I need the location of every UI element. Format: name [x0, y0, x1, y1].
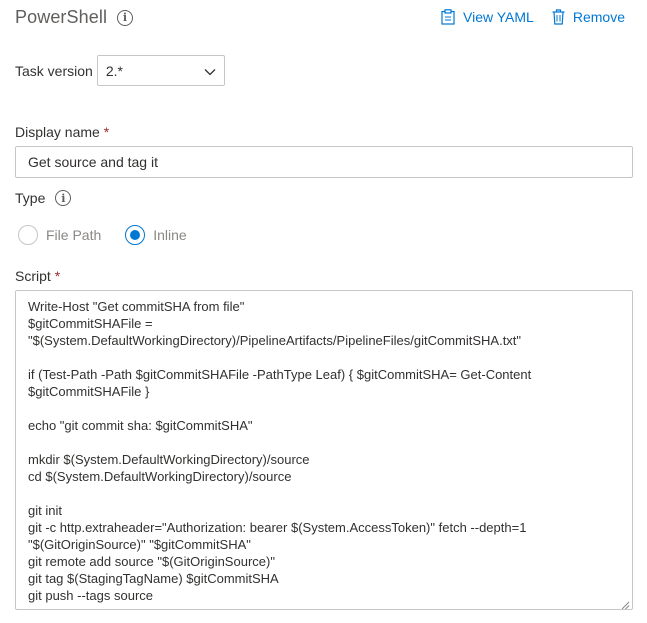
script-line: [28, 400, 620, 417]
info-icon[interactable]: i: [117, 9, 134, 26]
script-line: $gitCommitSHAFile =: [28, 316, 153, 331]
script-line: git -c http.extraheader="Authorization: …: [28, 520, 527, 535]
script-label: Script: [15, 268, 51, 284]
info-icon[interactable]: i: [55, 190, 72, 206]
type-radio-group: File Path Inline: [18, 225, 211, 245]
remove-label: Remove: [572, 9, 625, 25]
task-version-row: Task version 2.*: [15, 55, 225, 86]
script-line: echo "git commit sha: $gitCommitSHA": [28, 418, 253, 433]
display-name-label: Display name: [15, 124, 100, 140]
clipboard-icon: [441, 9, 455, 25]
file-path-label: File Path: [46, 227, 102, 243]
script-line: $gitCommitSHAFile }: [28, 384, 150, 399]
script-line: [28, 434, 620, 451]
required-mark: *: [103, 124, 110, 140]
display-name-label-row: Display name *: [15, 124, 109, 140]
script-line: [28, 485, 620, 502]
view-yaml-button[interactable]: View YAML: [441, 9, 534, 25]
chevron-down-icon: [204, 63, 216, 79]
script-line: "$(GitOriginSource)" "$gitCommitSHA": [28, 537, 251, 552]
page-title: PowerShell: [15, 7, 108, 27]
file-path-radio[interactable]: File Path: [18, 225, 101, 245]
header-actions: View YAML Remove: [441, 9, 625, 25]
script-line: [28, 349, 620, 366]
task-version-select[interactable]: 2.*: [96, 55, 225, 86]
radio-checked-icon: [125, 225, 146, 245]
type-label-row: Type i: [15, 190, 72, 206]
script-line: git tag $(StagingTagName) $gitCommitSHA: [28, 571, 279, 586]
script-line: git push --tags source: [28, 588, 154, 603]
remove-button[interactable]: Remove: [552, 9, 625, 25]
view-yaml-label: View YAML: [463, 9, 534, 25]
script-line: "$(System.DefaultWorkingDirectory)/Pipel…: [28, 333, 522, 348]
display-name-input[interactable]: Get source and tag it: [15, 146, 633, 178]
script-line: git remote add source "$(GitOriginSource…: [28, 554, 275, 569]
inline-radio[interactable]: Inline: [125, 225, 187, 245]
script-line: mkdir $(System.DefaultWorkingDirectory)/…: [28, 452, 310, 467]
radio-unchecked-icon: [18, 225, 38, 245]
task-version-value: 2.*: [105, 62, 123, 79]
script-textarea[interactable]: Write-Host "Get commitSHA from file" $gi…: [15, 290, 633, 610]
script-label-row: Script *: [15, 268, 60, 284]
script-line: cd $(System.DefaultWorkingDirectory)/sou…: [28, 469, 292, 484]
panel-header: PowerShell i: [15, 7, 134, 28]
task-panel: PowerShell i View YAML Remove Task versi…: [0, 0, 647, 623]
script-line: Write-Host "Get commitSHA from file": [28, 299, 245, 314]
required-mark: *: [54, 268, 61, 284]
script-line: if (Test-Path -Path $gitCommitSHAFile -P…: [28, 367, 532, 382]
type-label: Type: [15, 190, 46, 206]
script-line: git init: [28, 503, 62, 518]
resize-handle-icon[interactable]: [620, 597, 630, 609]
trash-icon: [552, 9, 565, 25]
task-version-label: Task version: [15, 62, 93, 79]
inline-label: Inline: [153, 227, 187, 243]
display-name-value: Get source and tag it: [28, 154, 158, 170]
